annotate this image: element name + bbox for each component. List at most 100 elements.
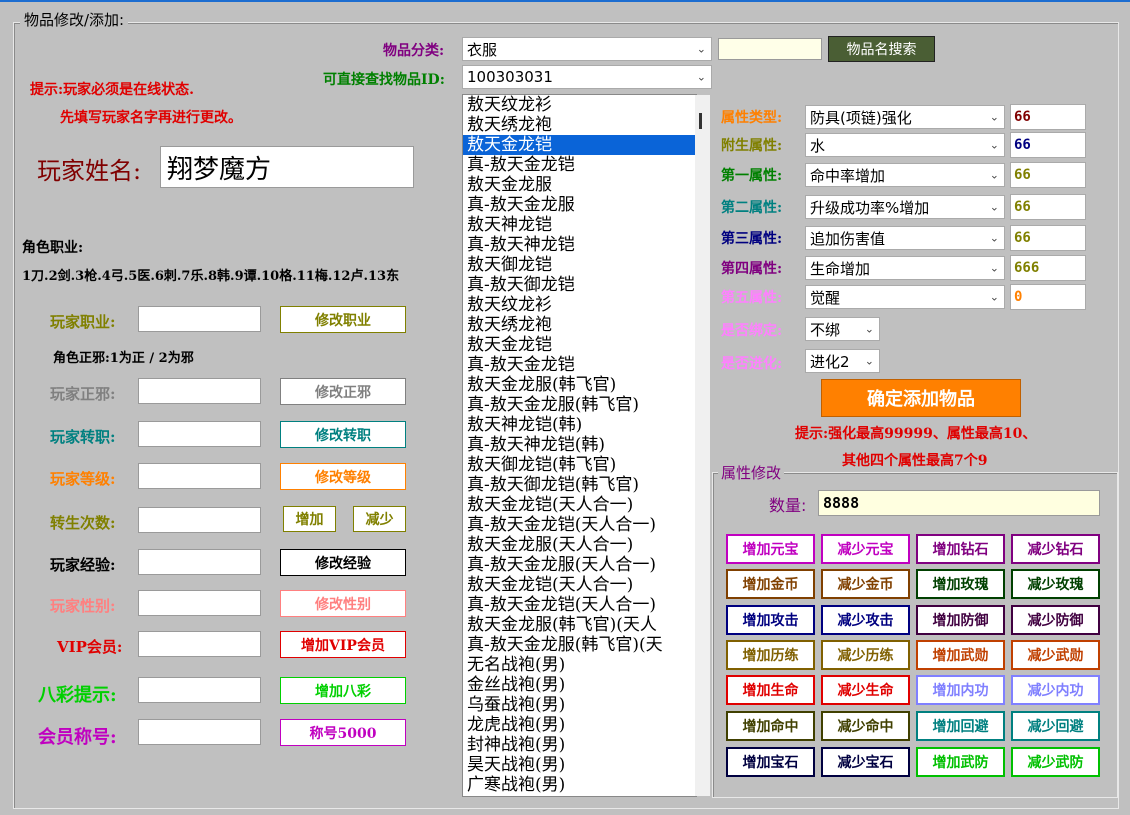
property-button[interactable]: 增加武防 bbox=[916, 747, 1005, 777]
row-action-button[interactable]: 修改性别 bbox=[280, 590, 406, 617]
evolve-select[interactable]: 进化2 ⌄ bbox=[805, 349, 880, 373]
decrease-button[interactable]: 减少 bbox=[353, 506, 406, 532]
list-item[interactable]: 敖天金龙服 bbox=[463, 175, 696, 195]
row-input[interactable] bbox=[138, 549, 261, 575]
list-item[interactable]: 真-敖天金龙铠 bbox=[463, 355, 696, 375]
list-item[interactable]: 敖天神龙铠(韩) bbox=[463, 415, 696, 435]
chevron-down-icon[interactable]: ⌄ bbox=[990, 232, 999, 245]
list-item[interactable]: 敖天金龙铠(天人合一) bbox=[463, 575, 696, 595]
row-action-button[interactable]: 增加八彩 bbox=[280, 677, 406, 704]
player-name-input[interactable]: 翔梦魔方 bbox=[160, 146, 414, 188]
chevron-down-icon[interactable]: ⌄ bbox=[990, 169, 999, 182]
list-item[interactable]: 封神战袍(男) bbox=[463, 735, 696, 755]
property-button[interactable]: 增加命中 bbox=[726, 711, 815, 741]
attribute-value-input[interactable]: 66 bbox=[1010, 194, 1086, 220]
property-button[interactable]: 增加武勋 bbox=[916, 640, 1005, 670]
attribute-select[interactable]: 升级成功率%增加 ⌄ bbox=[805, 195, 1005, 219]
row-input[interactable] bbox=[138, 463, 261, 489]
property-button[interactable]: 增加宝石 bbox=[726, 747, 815, 777]
list-item[interactable]: 敖天绣龙袍 bbox=[463, 115, 696, 135]
list-item[interactable]: 敖天金龙铠 bbox=[463, 135, 696, 155]
chevron-down-icon[interactable]: ⌄ bbox=[990, 111, 999, 124]
property-button[interactable]: 减少防御 bbox=[1011, 605, 1100, 635]
row-input[interactable] bbox=[138, 421, 261, 447]
property-button[interactable]: 减少命中 bbox=[821, 711, 910, 741]
property-button[interactable]: 增加历练 bbox=[726, 640, 815, 670]
attribute-select[interactable]: 防具(项链)强化 ⌄ bbox=[805, 105, 1005, 129]
increase-button[interactable]: 增加 bbox=[283, 506, 336, 532]
property-button[interactable]: 增加玫瑰 bbox=[916, 569, 1005, 599]
quantity-input[interactable]: 8888 bbox=[818, 490, 1100, 516]
property-button[interactable]: 减少武勋 bbox=[1011, 640, 1100, 670]
row-action-button[interactable]: 修改等级 bbox=[280, 463, 406, 490]
list-item[interactable]: 真-敖天御龙铠 bbox=[463, 275, 696, 295]
property-button[interactable]: 减少生命 bbox=[821, 675, 910, 705]
list-item[interactable]: 乌蚕战袍(男) bbox=[463, 695, 696, 715]
list-item[interactable]: 敖天纹龙衫 bbox=[463, 295, 696, 315]
property-button[interactable]: 增加内功 bbox=[916, 675, 1005, 705]
list-item[interactable]: 广寒战袍(男) bbox=[463, 775, 696, 795]
attribute-select[interactable]: 生命增加 ⌄ bbox=[805, 256, 1005, 280]
property-button[interactable]: 增加钻石 bbox=[916, 534, 1005, 564]
property-button[interactable]: 增加防御 bbox=[916, 605, 1005, 635]
row-input[interactable] bbox=[138, 378, 261, 404]
property-button[interactable]: 增加生命 bbox=[726, 675, 815, 705]
attribute-value-input[interactable]: 66 bbox=[1010, 162, 1086, 188]
attribute-value-input[interactable]: 666 bbox=[1010, 255, 1086, 281]
item-name-search-input[interactable] bbox=[718, 38, 822, 60]
attribute-value-input[interactable]: 66 bbox=[1010, 225, 1086, 251]
row-action-button[interactable]: 增加VIP会员 bbox=[280, 631, 406, 658]
attribute-value-input[interactable]: 0 bbox=[1010, 284, 1086, 310]
property-button[interactable]: 增加回避 bbox=[916, 711, 1005, 741]
list-item[interactable]: 敖天金龙服(韩飞官)(天人 bbox=[463, 615, 696, 635]
chevron-down-icon[interactable]: ⌄ bbox=[990, 291, 999, 304]
list-item[interactable]: 敖天金龙铠 bbox=[463, 335, 696, 355]
chevron-down-icon[interactable]: ⌄ bbox=[990, 262, 999, 275]
confirm-add-item-button[interactable]: 确定添加物品 bbox=[821, 379, 1021, 417]
list-item[interactable]: 无名战袍(男) bbox=[463, 655, 696, 675]
item-name-search-button[interactable]: 物品名搜索 bbox=[828, 36, 935, 62]
property-button[interactable]: 减少元宝 bbox=[821, 534, 910, 564]
list-item[interactable]: 真-敖天金龙铠(天人合一) bbox=[463, 515, 696, 535]
bind-select[interactable]: 不绑 ⌄ bbox=[805, 317, 880, 341]
row-action-button[interactable]: 修改正邪 bbox=[280, 378, 406, 405]
list-item[interactable]: 真-敖天金龙服(天人合一) bbox=[463, 555, 696, 575]
list-item[interactable]: 真-敖天金龙铠 bbox=[463, 155, 696, 175]
list-item[interactable]: 真-敖天金龙铠(天人合一) bbox=[463, 595, 696, 615]
property-button[interactable]: 减少钻石 bbox=[1011, 534, 1100, 564]
list-item[interactable]: 真-敖天御龙铠(韩飞官) bbox=[463, 475, 696, 495]
list-item[interactable]: 敖天金龙服(韩飞官) bbox=[463, 375, 696, 395]
attribute-select[interactable]: 追加伤害值 ⌄ bbox=[805, 226, 1005, 250]
property-button[interactable]: 增加金币 bbox=[726, 569, 815, 599]
row-action-button[interactable]: 修改经验 bbox=[280, 549, 406, 576]
row-action-button[interactable]: 修改转职 bbox=[280, 421, 406, 448]
attribute-value-input[interactable]: 66 bbox=[1010, 104, 1086, 130]
property-button[interactable]: 减少金币 bbox=[821, 569, 910, 599]
item-listbox[interactable]: 敖天纹龙衫 敖天绣龙袍 敖天金龙铠 真-敖天金龙铠 敖天金龙服 真-敖天金龙服 敖天神龙铠真… bbox=[462, 94, 697, 797]
item-id-select[interactable]: 100303031 ⌄ bbox=[462, 65, 712, 89]
list-item[interactable]: 敖天御龙铠 bbox=[463, 255, 696, 275]
row-input[interactable] bbox=[138, 719, 261, 745]
list-item[interactable]: 真-敖天金龙服(韩飞官)(天 bbox=[463, 635, 696, 655]
list-item[interactable]: 敖天神龙铠 bbox=[463, 215, 696, 235]
list-item[interactable]: 金丝战袍(男) bbox=[463, 675, 696, 695]
row-input[interactable] bbox=[138, 590, 261, 616]
list-item[interactable]: 真-敖天金龙服 bbox=[463, 195, 696, 215]
chevron-down-icon[interactable]: ⌄ bbox=[990, 201, 999, 214]
list-item[interactable]: 昊天战袍(男) bbox=[463, 755, 696, 775]
chevron-down-icon[interactable]: ⌄ bbox=[865, 355, 874, 368]
row-input[interactable] bbox=[138, 631, 261, 657]
list-item[interactable]: 真-敖天神龙铠 bbox=[463, 235, 696, 255]
list-item[interactable]: 真-敖天神龙铠(韩) bbox=[463, 435, 696, 455]
item-list-scrollbar[interactable] bbox=[695, 95, 710, 796]
list-item[interactable]: 敖天金龙服(天人合一) bbox=[463, 535, 696, 555]
attribute-select[interactable]: 命中率增加 ⌄ bbox=[805, 163, 1005, 187]
chevron-down-icon[interactable]: ⌄ bbox=[697, 43, 706, 56]
property-button[interactable]: 减少回避 bbox=[1011, 711, 1100, 741]
property-button[interactable]: 减少宝石 bbox=[821, 747, 910, 777]
row-input[interactable] bbox=[138, 677, 261, 703]
property-button[interactable]: 减少历练 bbox=[821, 640, 910, 670]
row-action-button[interactable]: 称号5000 bbox=[280, 719, 406, 746]
list-item[interactable]: 敖天绣龙袍 bbox=[463, 315, 696, 335]
scrollbar-thumb[interactable] bbox=[699, 113, 702, 129]
